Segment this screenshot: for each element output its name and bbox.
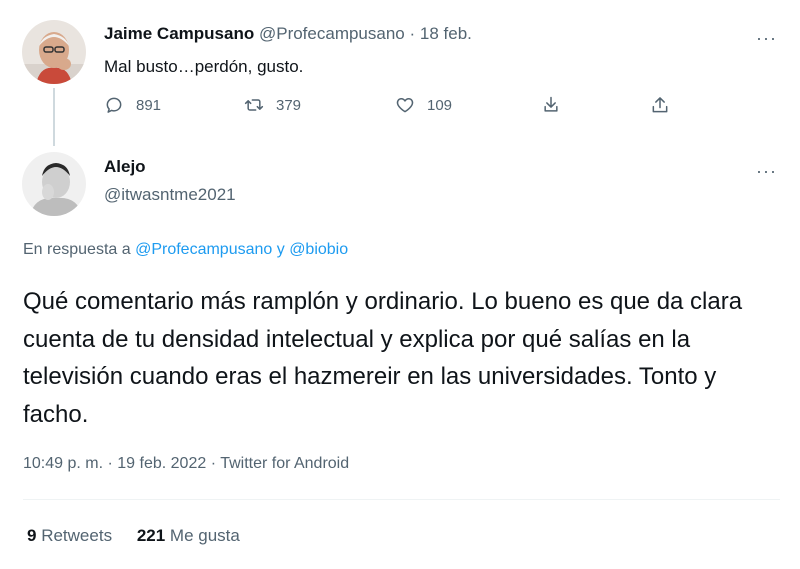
retweets-stat[interactable]: 9 Retweets: [27, 526, 117, 545]
reply-mention-biobio[interactable]: @biobio: [289, 241, 348, 258]
retweet-button[interactable]: 379: [244, 95, 301, 115]
tweet2-meta: 10:49 p. m. · 19 feb. 2022 · Twitter for…: [23, 455, 349, 473]
like-icon: [396, 98, 414, 113]
retweet-count: 379: [276, 96, 302, 114]
avatar-jaime-campusano[interactable]: [22, 20, 86, 84]
thread-connector-line: [53, 88, 55, 146]
tweet2-source[interactable]: Twitter for Android: [220, 455, 349, 472]
retweet-icon: [244, 99, 264, 111]
divider: [23, 499, 780, 500]
share-icon: [652, 97, 668, 113]
avatar-image: [22, 20, 86, 84]
share-button[interactable]: [650, 95, 670, 115]
tweet2-more-button[interactable]: ···: [756, 162, 777, 180]
like-button[interactable]: 109: [395, 95, 452, 115]
tweet1-author-name[interactable]: Jaime Campusano: [104, 24, 254, 43]
tweet2-time[interactable]: 10:49 p. m.: [23, 455, 103, 472]
tweet1-author-handle[interactable]: @Profecampusano: [259, 24, 405, 43]
tweet1-date[interactable]: 18 feb.: [420, 24, 472, 43]
download-icon: [544, 96, 558, 112]
tweet2-text: Qué comentario más ramplón y ordinario. …: [23, 288, 743, 428]
tweet2-date[interactable]: 19 feb. 2022: [117, 455, 206, 472]
like-count: 109: [427, 96, 453, 114]
reply-context: En respuesta a @Profecampusano y @biobio: [23, 241, 348, 259]
likes-label: Me gusta: [169, 526, 240, 545]
avatar-alejo[interactable]: [22, 152, 86, 216]
tweet2-meta-separator: ·: [107, 455, 113, 472]
reply-prefix: En respuesta a: [23, 241, 131, 258]
reply-mention-profecampusano[interactable]: @Profecampusano: [135, 241, 272, 258]
avatar-image: [22, 152, 86, 216]
tweet1-more-button[interactable]: ···: [756, 29, 777, 47]
retweets-label: Retweets: [41, 526, 113, 545]
tweet1-action-bar: 891 379 109: [104, 95, 704, 119]
likes-count: 221: [136, 526, 166, 545]
tweet2-author-name[interactable]: Alejo: [104, 157, 146, 177]
reply-button[interactable]: 891: [104, 95, 161, 115]
tweet2-author-handle[interactable]: @itwasntme2021: [104, 185, 236, 205]
likes-stat[interactable]: 221 Me gusta: [137, 526, 240, 545]
tweet1-header: Jaime Campusano @Profecampusano · 18 feb…: [104, 24, 472, 44]
reply-conjunction: y: [276, 241, 285, 258]
tweet1-text: Mal busto…perdón, gusto.: [104, 57, 304, 76]
tweet1-separator: ·: [409, 24, 416, 43]
tweet2-meta-separator: ·: [210, 455, 217, 472]
retweets-count: 9: [27, 526, 37, 545]
tweet2-stats: 9 Retweets 221 Me gusta: [27, 526, 260, 546]
download-button[interactable]: [541, 95, 561, 115]
reply-icon: [106, 97, 122, 113]
reply-count: 891: [136, 96, 162, 114]
